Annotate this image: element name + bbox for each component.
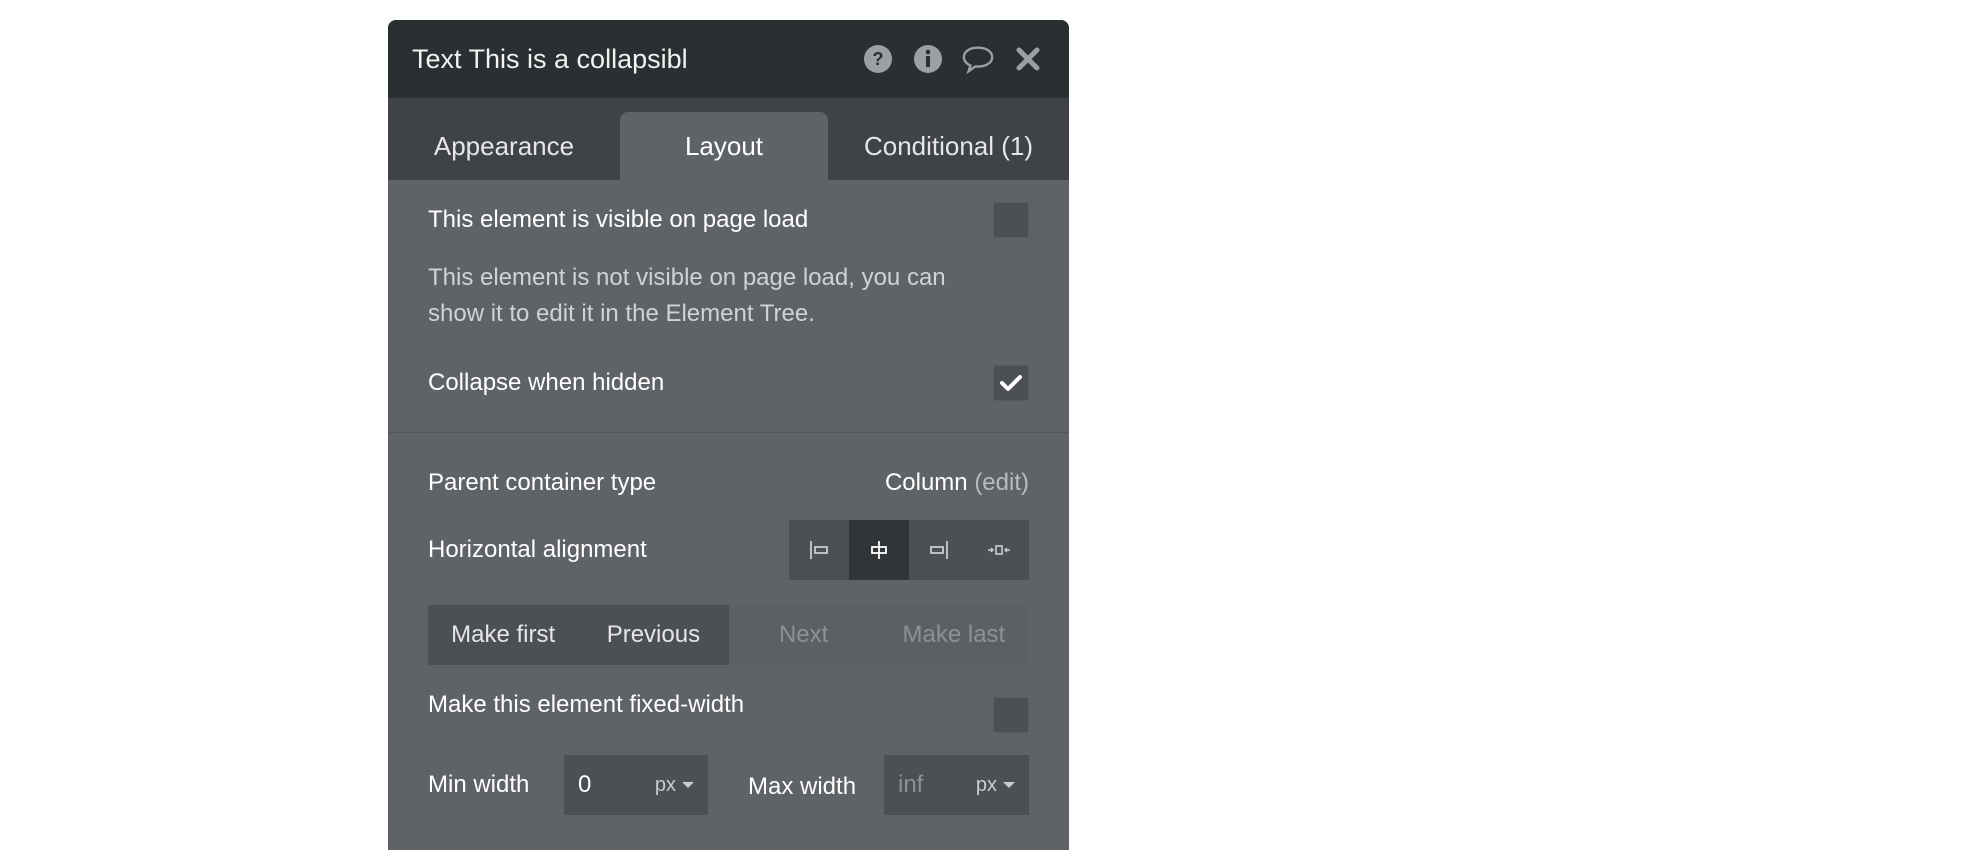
help-icon-graphic: ? <box>864 45 892 73</box>
align-left-graphic <box>810 541 828 559</box>
close-icon[interactable] <box>1011 42 1045 76</box>
title-icon-group: ? <box>861 42 1045 76</box>
parent-container-value: Column <box>884 469 968 496</box>
align-right-icon[interactable] <box>909 520 969 580</box>
parent-container-value-wrap: Column (edit) <box>885 469 1029 497</box>
next-button[interactable]: Next <box>728 605 879 665</box>
chevron-down-icon <box>1003 782 1015 788</box>
panel-title: Text This is a collapsibl <box>412 43 688 74</box>
max-width-unit-label: px <box>975 773 997 796</box>
max-width-field[interactable]: inf px <box>884 755 1029 815</box>
visible-on-load-label: This element is visible on page load <box>428 206 809 233</box>
info-icon-graphic <box>914 45 942 73</box>
collapse-when-hidden-row: Collapse when hidden <box>428 363 1029 403</box>
max-width-unit-select[interactable]: px <box>976 774 1015 797</box>
horizontal-alignment-group <box>789 520 1029 580</box>
tab-appearance[interactable]: Appearance <box>388 112 620 180</box>
info-icon[interactable] <box>911 42 945 76</box>
visible-on-load-row: This element is visible on page load <box>428 200 1029 240</box>
min-width-unit-label: px <box>654 773 676 796</box>
checkmark-icon <box>1000 375 1022 391</box>
svg-text:?: ? <box>873 49 884 69</box>
collapse-when-hidden-checkbox[interactable] <box>993 365 1029 401</box>
horizontal-alignment-label: Horizontal alignment <box>428 536 647 563</box>
section-divider <box>388 432 1069 433</box>
hidden-element-note: This element is not visible on page load… <box>428 264 946 327</box>
max-width-input[interactable]: inf <box>898 771 976 799</box>
element-order-group: Make first Previous Next Make last <box>428 605 1029 665</box>
tab-bar: Appearance Layout Conditional (1) <box>388 98 1069 180</box>
tab-layout[interactable]: Layout <box>620 112 828 180</box>
previous-button[interactable]: Previous <box>578 605 729 665</box>
make-last-button[interactable]: Make last <box>878 605 1029 665</box>
align-left-icon[interactable] <box>789 520 849 580</box>
comment-icon-graphic <box>962 46 994 75</box>
min-width-unit-select[interactable]: px <box>655 774 694 797</box>
align-right-graphic <box>930 541 948 559</box>
element-property-panel: Text This is a collapsibl ? Appearance L… <box>388 20 1069 850</box>
min-width-input[interactable]: 0 <box>578 771 655 799</box>
close-icon-graphic <box>1016 47 1040 71</box>
fixed-width-label: Make this element fixed-width <box>428 691 745 718</box>
align-spread-graphic <box>988 545 1010 555</box>
align-center-icon[interactable] <box>849 520 909 580</box>
comment-icon[interactable] <box>961 42 995 76</box>
chevron-down-icon <box>682 782 694 788</box>
parent-container-edit-link[interactable]: (edit) <box>974 469 1029 496</box>
collapse-when-hidden-label: Collapse when hidden <box>428 369 665 396</box>
min-width-label: Min width <box>428 771 530 798</box>
fixed-width-row: Make this element fixed-width <box>428 685 1029 725</box>
visible-on-load-checkbox[interactable] <box>993 202 1029 238</box>
min-width-field[interactable]: 0 px <box>564 755 708 815</box>
align-spread-icon[interactable] <box>969 520 1029 580</box>
panel-titlebar: Text This is a collapsibl ? <box>388 20 1069 98</box>
fixed-width-checkbox[interactable] <box>993 697 1029 733</box>
tab-conditional[interactable]: Conditional (1) <box>828 112 1069 180</box>
align-center-graphic <box>871 541 887 559</box>
help-icon[interactable]: ? <box>861 42 895 76</box>
parent-container-row: Parent container type Column (edit) <box>428 463 1029 503</box>
parent-container-label: Parent container type <box>428 469 657 496</box>
make-first-button[interactable]: Make first <box>428 605 579 665</box>
max-width-label: Max width <box>748 773 857 800</box>
